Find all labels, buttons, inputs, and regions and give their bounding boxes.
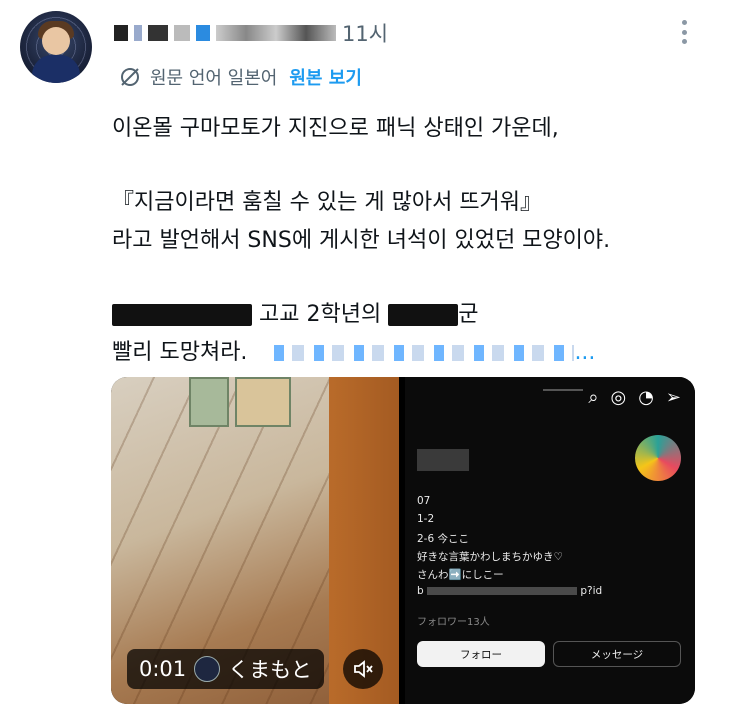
- translate-off-icon: [121, 68, 139, 86]
- tweet-text-line: 『지금이라면 훔칠 수 있는 게 많아서 뜨거워』: [112, 190, 543, 215]
- bio-link-line: b p?id: [417, 585, 602, 597]
- mute-button[interactable]: [343, 649, 383, 689]
- tweet-text-line: 라고 발언해서 SNS에 게시한 녀석이 있었던 모양이야.: [112, 228, 611, 253]
- store-shelf: [189, 377, 229, 427]
- redacted-display-name: [134, 25, 142, 41]
- bio-line: 07: [417, 495, 431, 507]
- bio-line: 2-6 今ここ: [417, 533, 469, 545]
- redacted-display-name: [196, 25, 210, 41]
- channel-avatar: [194, 656, 221, 682]
- more-options-icon[interactable]: [682, 20, 688, 44]
- search-icon: ⌕: [588, 387, 599, 408]
- tweet-text-fragment: 군: [458, 302, 479, 327]
- top-divider: [543, 389, 583, 391]
- redacted-handle[interactable]: [216, 25, 336, 41]
- video-info-bar: 0:01 くまもと: [127, 649, 324, 689]
- tweet-text-line: 고교 2학년의 군: [112, 296, 478, 328]
- video-thumbnail[interactable]: 0:01 くまもと: [111, 377, 399, 704]
- tweet-text-line: 빨리 도망쳐라. ...: [112, 334, 595, 366]
- instagram-screenshot[interactable]: ⌕ ◎ ◔ ➢ 07 1-2 2-6 今ここ 好きな言葉かわしまちかゆき♡ さん…: [405, 377, 695, 704]
- bio-link-end: p?id: [580, 585, 603, 597]
- translation-row: 원문 언어 일본어 원본 보기: [118, 64, 362, 90]
- avatar-body: [32, 55, 80, 83]
- speaker-muted-icon: [354, 660, 373, 678]
- send-icon: ➢: [665, 387, 681, 408]
- redacted-name: [112, 304, 252, 326]
- truncation-ellipsis: ...: [574, 340, 596, 365]
- translation-source-language: 원문 언어 일본어: [150, 68, 278, 89]
- redacted-display-name[interactable]: [114, 25, 128, 41]
- dot: [682, 20, 687, 25]
- redacted-name: [388, 304, 459, 326]
- camera-icon: ◎: [610, 387, 627, 408]
- follower-count: フォロワー13人: [417, 617, 490, 628]
- author-avatar[interactable]: [20, 11, 92, 83]
- bio-line: さんわ➡️にしこー: [417, 569, 504, 581]
- video-channel-name: くまもと: [228, 658, 312, 682]
- bio-line: 好きな言葉かわしまちかゆき♡: [417, 551, 563, 563]
- bio-link-start: b: [417, 585, 424, 597]
- tweet-text-fragment: 고교 2학년의: [259, 302, 382, 327]
- video-elapsed-time: 0:01: [139, 657, 187, 681]
- follow-button: フォロー: [417, 641, 545, 667]
- bio-line: 1-2: [417, 513, 435, 525]
- avatar-face: [42, 27, 70, 55]
- tweet-text-fragment: 빨리 도망쳐라.: [112, 340, 248, 365]
- show-original-link[interactable]: 원본 보기: [289, 64, 362, 90]
- redacted-username: [417, 449, 469, 471]
- redacted-display-name: [148, 25, 168, 41]
- dot: [682, 29, 687, 35]
- media-grid: 0:01 くまもと ⌕ ◎ ◔ ➢ 07 1-2 2-6 今ここ 好きな言葉かわ…: [111, 377, 695, 704]
- redacted-link[interactable]: [274, 345, 575, 361]
- instagram-toolbar: ⌕ ◎ ◔ ➢: [588, 387, 681, 408]
- redacted-display-name: [174, 25, 190, 41]
- dot: [682, 39, 687, 44]
- tweet-header: 11시: [114, 16, 388, 50]
- tweet-text-line: 이온몰 구마모토가 지진으로 패닉 상태인 가운데,: [112, 116, 559, 141]
- profile-picture: [635, 435, 681, 481]
- tweet-timestamp[interactable]: 11시: [342, 18, 388, 48]
- message-button: メッセージ: [553, 641, 681, 667]
- store-shelf: [235, 377, 291, 427]
- bell-icon: ◔: [638, 387, 654, 408]
- redacted-url: [427, 587, 578, 595]
